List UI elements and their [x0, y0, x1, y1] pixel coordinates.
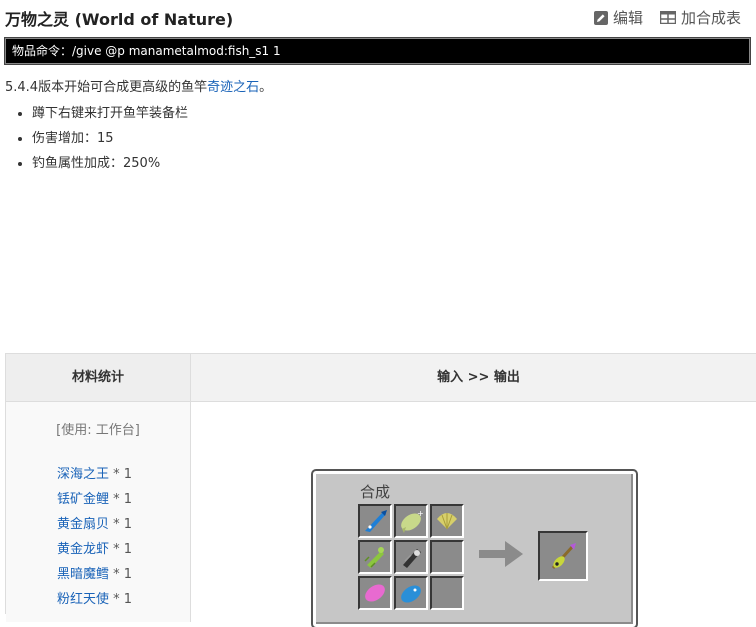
blue-fish-2-icon: [401, 585, 421, 603]
io-header: 输入 >> 输出: [191, 354, 756, 402]
grid-slot-2[interactable]: +: [394, 504, 428, 538]
page-header: 万物之灵 (World of Nature) 编辑 加合成表: [0, 0, 756, 34]
list-item: 铥矿金鲤 * 1: [57, 490, 132, 515]
material-link[interactable]: 黄金龙虾: [57, 542, 109, 557]
crafting-gui: 合成 +: [313, 471, 636, 627]
grid-slot-5[interactable]: [394, 540, 428, 574]
list-item: 深海之王 * 1: [57, 465, 132, 490]
golden-carp-icon: +: [401, 509, 424, 533]
blue-fish-icon: [365, 510, 387, 532]
svg-text:+: +: [417, 509, 424, 518]
materials-header: 材料统计: [6, 354, 191, 402]
material-qty: * 1: [109, 567, 133, 582]
command-bar: 物品命令：/give @p manametalmod:fish_s1 1: [5, 38, 750, 64]
material-link[interactable]: 深海之王: [57, 467, 109, 482]
feature-list: 蹲下右键来打开鱼竿装备栏 伤害增加：15 钓鱼属性加成：250%: [16, 104, 188, 179]
materials-list: 深海之王 * 1 铥矿金鲤 * 1 黄金扇贝 * 1 黄金龙虾 * 1 黑暗魔鳕…: [57, 465, 132, 615]
material-qty: * 1: [109, 542, 133, 557]
golden-scallop-icon: [437, 513, 457, 530]
grid-slot-3[interactable]: [430, 504, 464, 538]
intro-suffix: 。: [259, 80, 273, 95]
list-item: 黑暗魔鳕 * 1: [57, 565, 132, 590]
arrow-right-icon: [479, 541, 523, 567]
edit-button[interactable]: 编辑: [594, 7, 643, 28]
grid-slot-4[interactable]: [358, 540, 392, 574]
add-recipe-label: 加合成表: [681, 9, 742, 27]
list-item: 黄金扇贝 * 1: [57, 515, 132, 540]
add-recipe-button[interactable]: 加合成表: [660, 7, 741, 28]
list-item: 蹲下右键来打开鱼竿装备栏: [32, 104, 188, 129]
golden-lobster-icon: [364, 547, 384, 568]
list-item: 钓鱼属性加成：250%: [32, 154, 188, 179]
grid-slot-6[interactable]: [430, 540, 464, 574]
material-qty: * 1: [109, 517, 133, 532]
edit-label: 编辑: [613, 9, 644, 27]
intro-text: 5.4.4版本开始可合成更高级的鱼竿奇迹之石。: [5, 76, 272, 95]
pencil-icon: [594, 10, 608, 25]
list-item: 粉红天使 * 1: [57, 590, 132, 615]
material-link[interactable]: 黄金扇贝: [57, 517, 109, 532]
dark-cod-icon: [403, 549, 421, 568]
table-icon: [660, 11, 676, 24]
output-slot[interactable]: [538, 531, 588, 581]
intro-link[interactable]: 奇迹之石: [207, 80, 259, 95]
list-item: 伤害增加：15: [32, 129, 188, 154]
pink-angel-icon: [365, 584, 385, 602]
page-title: 万物之灵 (World of Nature): [5, 10, 234, 29]
crafting-label: 合成: [360, 483, 391, 501]
grid-slot-1[interactable]: [358, 504, 392, 538]
intro-body: 5.4.4版本开始可合成更高级的鱼竿: [5, 80, 208, 95]
material-link[interactable]: 黑暗魔鳕: [57, 567, 109, 582]
material-qty: * 1: [109, 492, 133, 507]
material-link[interactable]: 铥矿金鲤: [57, 492, 109, 507]
material-qty: * 1: [109, 467, 133, 482]
list-item: 黄金龙虾 * 1: [57, 540, 132, 565]
station-label: [使用: 工作台]: [56, 423, 140, 438]
fishing-rod-icon: [551, 543, 576, 570]
